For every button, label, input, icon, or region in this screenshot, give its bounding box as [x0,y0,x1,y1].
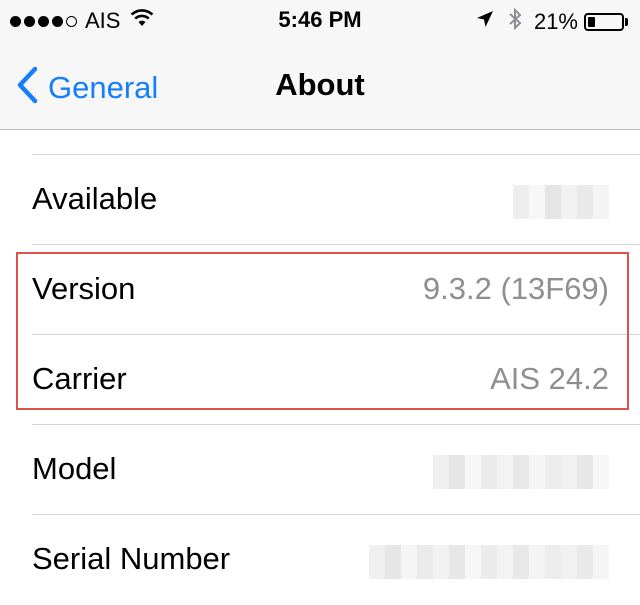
row-available: Available [0,155,640,245]
redacted-value [369,545,609,579]
battery-percentage: 21% [533,8,578,34]
row-label: Available [32,181,158,216]
bluetooth-icon [508,7,522,35]
redacted-value [513,185,609,219]
status-right: 21% [476,7,628,35]
page-title: About [275,67,365,102]
battery-fill [588,16,595,27]
navigation-bar: General About [0,40,640,130]
battery-icon [584,12,624,31]
battery-cap [625,17,628,26]
row-serial-number: Serial Number [0,515,640,605]
redacted-value [433,455,609,489]
highlight-box [16,252,629,410]
row-label: Serial Number [32,541,231,576]
row-label: Model [32,451,117,486]
row-model: Model [0,425,640,515]
status-bar: AIS 5:46 PM 21% [0,0,640,40]
location-arrow-icon [476,10,494,33]
